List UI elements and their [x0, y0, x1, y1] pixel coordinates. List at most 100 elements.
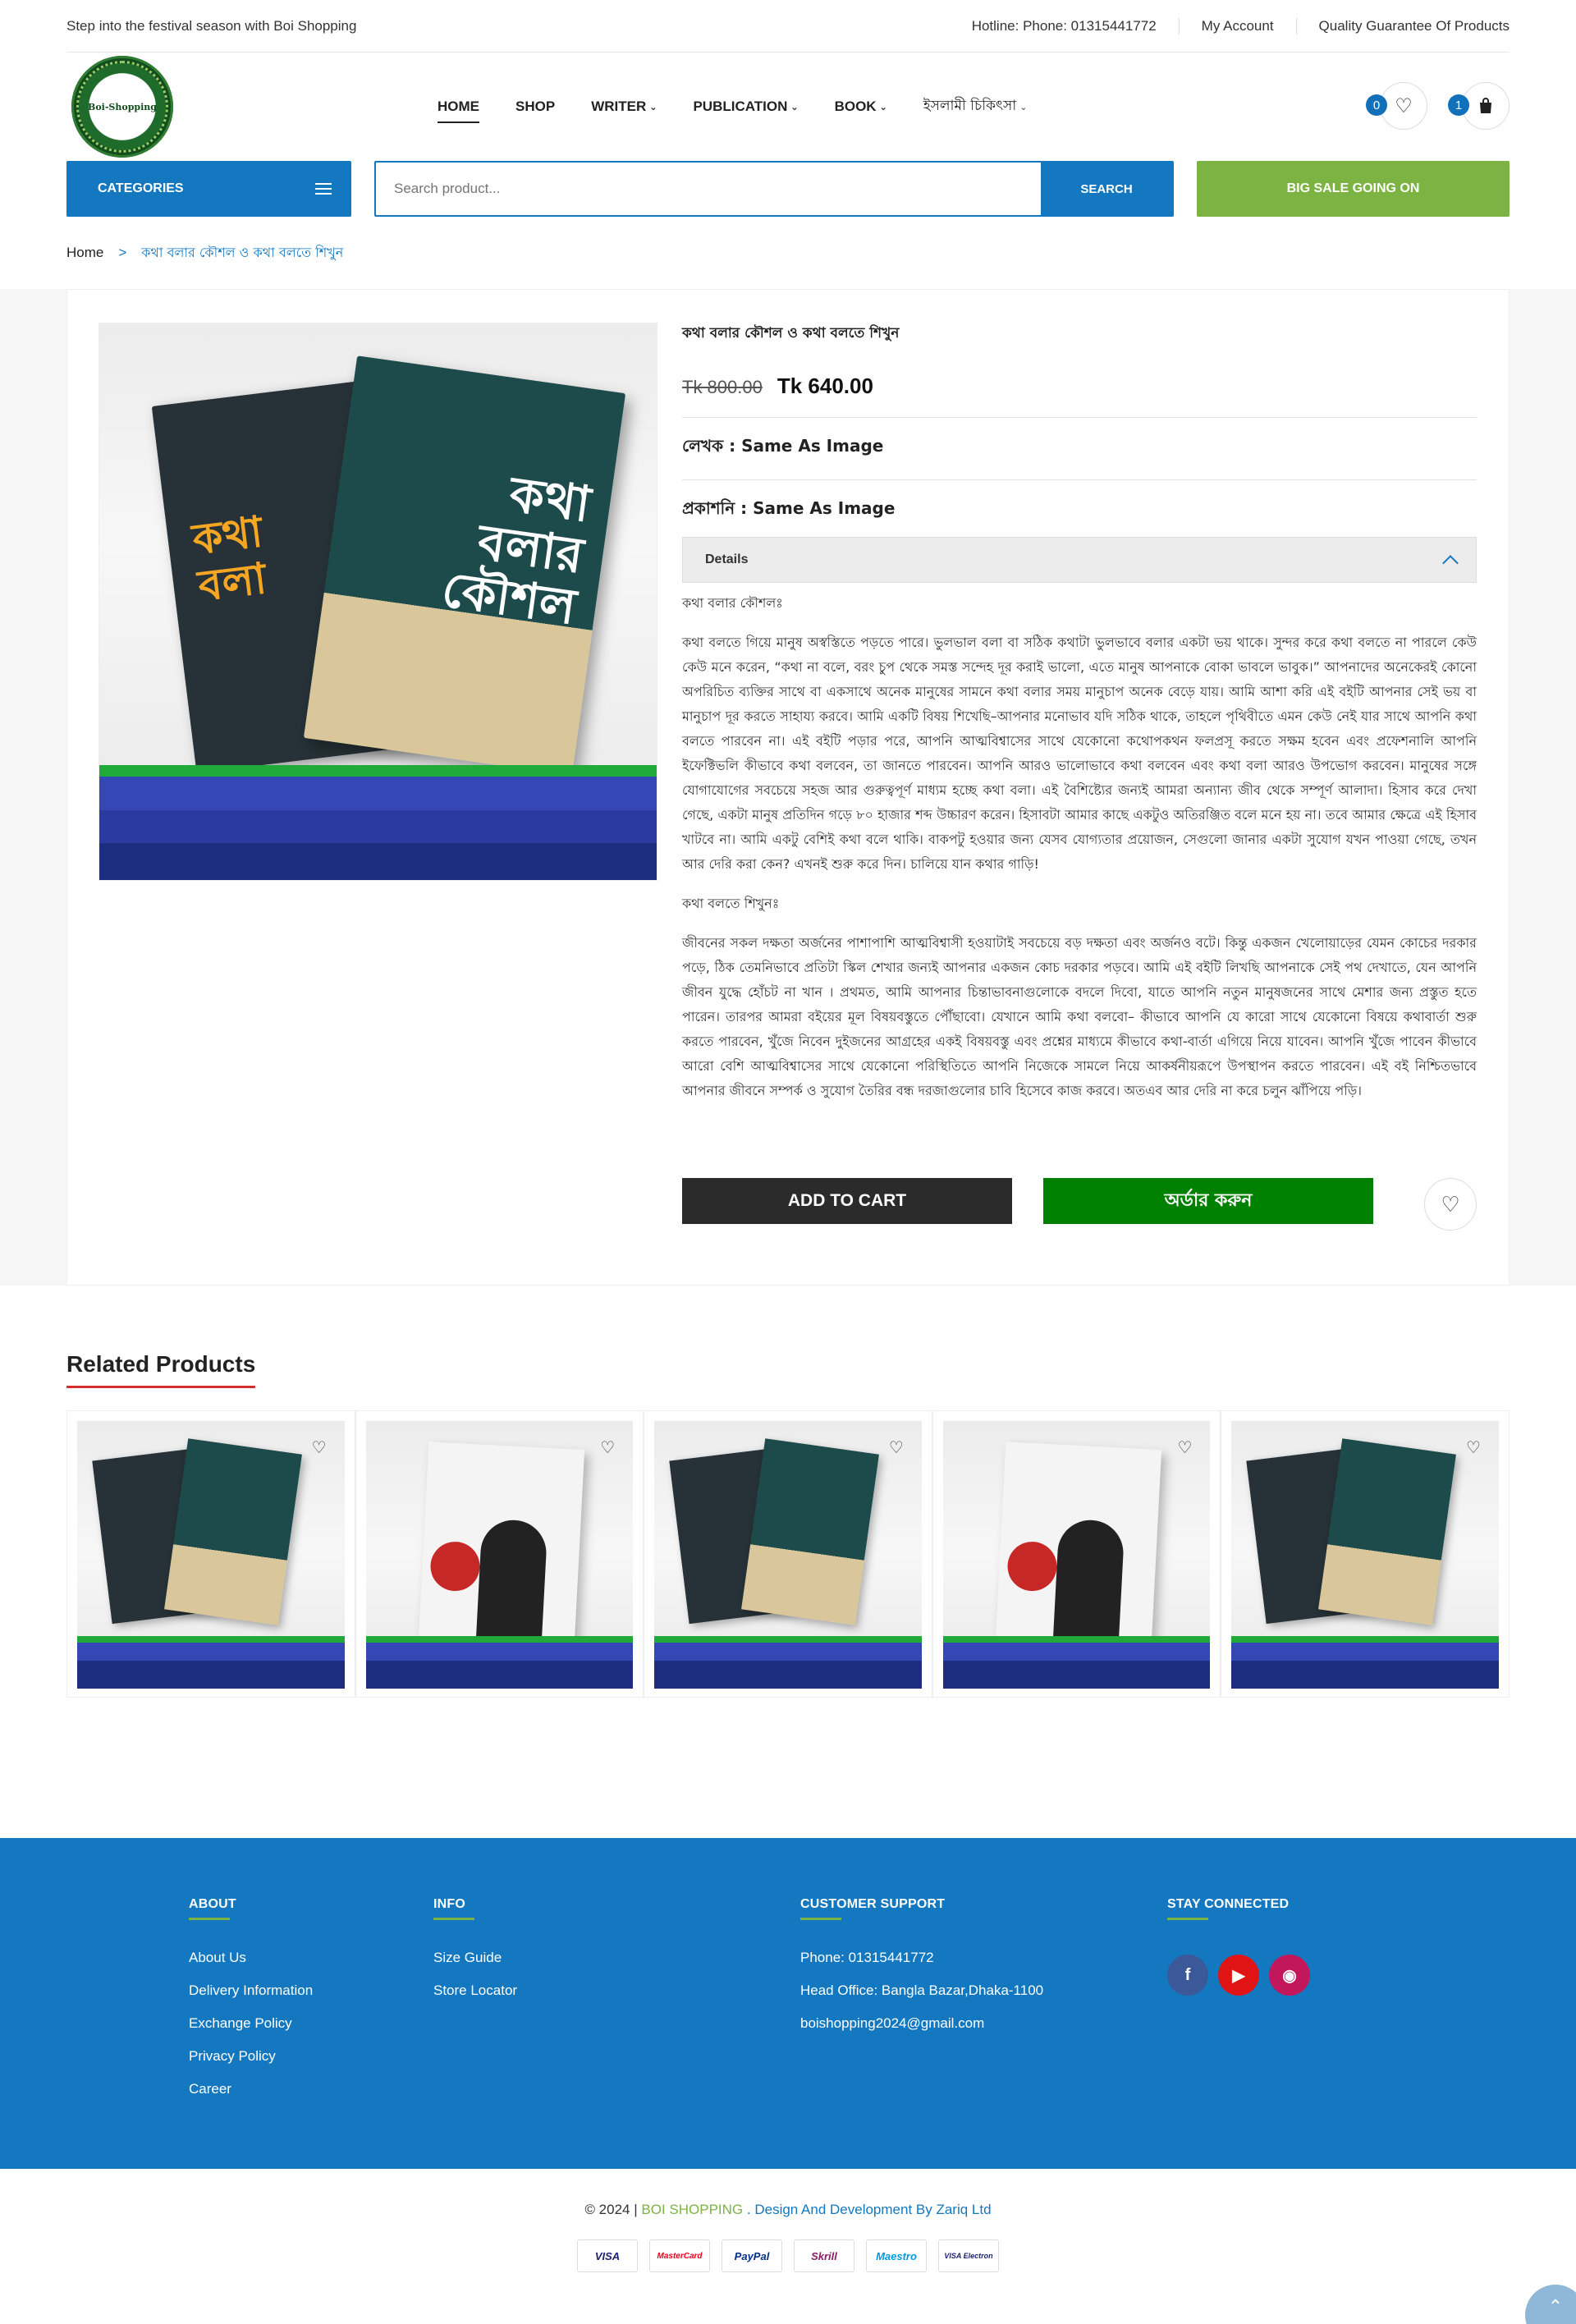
- breadcrumb-home[interactable]: Home: [66, 245, 103, 261]
- footer-info: INFO Size Guide Store Locator: [433, 1897, 517, 2015]
- main-nav: HOME SHOP WRITER ⌄ PUBLICATION ⌄ BOOK ⌄ ইসল…: [438, 53, 1063, 161]
- details-label: Details: [705, 552, 749, 566]
- nav-item-islamic-treatment[interactable]: ইসলামী চিকিৎসা ⌄: [923, 94, 1028, 120]
- footer-info-title: INFO: [433, 1897, 517, 1920]
- product-card-image[interactable]: ♡: [365, 1421, 634, 1689]
- search-input[interactable]: [376, 163, 1041, 215]
- categories-button[interactable]: CATEGORIES: [66, 161, 351, 217]
- order-now-button[interactable]: অর্ডার করুন: [1043, 1178, 1373, 1224]
- product-actions: ADD TO CART অর্ডার করুন ♡: [682, 1178, 1477, 1231]
- new-price: Tk 640.00: [777, 374, 873, 398]
- my-account-link[interactable]: My Account: [1178, 17, 1274, 34]
- footer-link[interactable]: About Us: [189, 1950, 313, 1966]
- facebook-icon[interactable]: f: [1167, 1955, 1208, 1996]
- heart-icon[interactable]: ♡: [600, 1437, 615, 1458]
- copyright-dot: .: [746, 2202, 751, 2217]
- product-title: কথা বলার কৌশল ও কথা বলতে শিখুন: [682, 325, 900, 341]
- breadcrumb-separator: >: [118, 245, 127, 260]
- footer-link[interactable]: Delivery Information: [189, 1983, 313, 1999]
- back-to-top-button[interactable]: ⌃: [1525, 2285, 1576, 2324]
- book-cover-front: কথা বলার কৌশল: [303, 355, 626, 776]
- quality-guarantee-link[interactable]: Quality Guarantee Of Products: [1295, 17, 1510, 34]
- cover-art: [475, 1518, 548, 1645]
- heart-icon[interactable]: ♡: [1466, 1437, 1481, 1458]
- product-card[interactable]: ♡: [1221, 1410, 1510, 1698]
- product-price: Tk 800.00 Tk 640.00: [682, 374, 1477, 418]
- cover-art: [1318, 1438, 1457, 1625]
- footer-link[interactable]: Career: [189, 2081, 313, 2097]
- copyright-brand[interactable]: BOI SHOPPING: [641, 2202, 743, 2217]
- nav-item-book[interactable]: BOOK ⌄: [835, 94, 887, 120]
- support-email[interactable]: boishopping2024@gmail.com: [800, 2015, 1043, 2032]
- hotline-text: Hotline: Phone: 01315441772: [971, 17, 1157, 34]
- top-bar: Step into the festival season with Boi S…: [66, 0, 1510, 53]
- shopping-bag-icon: [1480, 98, 1491, 113]
- copyright-bar: © 2024 | BOI SHOPPING . Design And Devel…: [0, 2169, 1576, 2324]
- add-to-wishlist-button[interactable]: ♡: [1424, 1178, 1477, 1231]
- footer-stay-title: STAY CONNECTED: [1167, 1897, 1310, 1920]
- cover-art: [164, 1438, 302, 1625]
- chevron-up-icon: [1442, 555, 1459, 571]
- nav-item-home[interactable]: HOME: [438, 94, 479, 123]
- heart-icon[interactable]: ♡: [1177, 1437, 1192, 1458]
- cover-art: [995, 1442, 1161, 1647]
- footer-about-title: ABOUT: [189, 1897, 313, 1920]
- desc-paragraph-2: জীবনের সকল দক্ষতা অর্জনের পাশাপাশি আত্মব…: [682, 935, 1477, 1098]
- payment-methods: VISA MasterCard PayPal Skrill Maestro VI…: [0, 2239, 1576, 2272]
- paypal-icon: PayPal: [722, 2239, 782, 2272]
- nav-label: WRITER: [591, 99, 647, 114]
- nav-item-writer[interactable]: WRITER ⌄: [591, 94, 657, 120]
- wishlist-button[interactable]: 0 ♡: [1366, 82, 1427, 130]
- product-card[interactable]: ♡: [932, 1410, 1221, 1698]
- social-links: f ▶ ◉: [1167, 1955, 1310, 1996]
- categories-label: CATEGORIES: [98, 181, 184, 195]
- footer-link[interactable]: Exchange Policy: [189, 2015, 313, 2032]
- product-card-image[interactable]: ♡: [77, 1421, 345, 1689]
- nav-item-publication[interactable]: PUBLICATION ⌄: [693, 94, 798, 120]
- details-accordion-header[interactable]: Details: [682, 537, 1477, 583]
- heart-icon[interactable]: ♡: [889, 1437, 904, 1458]
- nav-label: SHOP: [515, 99, 556, 114]
- youtube-icon[interactable]: ▶: [1218, 1955, 1259, 1996]
- instagram-icon[interactable]: ◉: [1269, 1955, 1310, 1996]
- product-section: কথা বলা কথা বলার কৌশল কথা বলার কৌশল ও কথা ব…: [0, 289, 1576, 1286]
- product-card-image[interactable]: ♡: [942, 1421, 1211, 1689]
- site-logo[interactable]: Boi-Shopping: [71, 56, 173, 158]
- footer-stay-connected: STAY CONNECTED f ▶ ◉: [1167, 1897, 1310, 1996]
- top-bar-links: Hotline: Phone: 01315441772 My Account Q…: [971, 17, 1510, 34]
- wishlist-count-badge: 0: [1366, 94, 1387, 116]
- product-image[interactable]: কথা বলা কথা বলার কৌশল: [98, 323, 657, 881]
- product-card-image[interactable]: ♡: [1231, 1421, 1499, 1689]
- footer-link[interactable]: Privacy Policy: [189, 2048, 313, 2065]
- product-card[interactable]: ♡: [644, 1410, 932, 1698]
- nav-label: BOOK: [834, 99, 877, 114]
- footer-support-title: CUSTOMER SUPPORT: [800, 1897, 1043, 1920]
- cart-button[interactable]: 1: [1448, 82, 1510, 130]
- top-bar-wrap: Step into the festival season with Boi S…: [66, 0, 1510, 289]
- cover-art: [428, 1540, 481, 1593]
- visa-icon: VISA: [577, 2239, 638, 2272]
- footer-link[interactable]: Store Locator: [433, 1983, 517, 1999]
- support-phone: Phone: 01315441772: [800, 1950, 934, 1965]
- search-button[interactable]: SEARCH: [1041, 163, 1172, 215]
- cover-art: [741, 1438, 880, 1625]
- footer-link[interactable]: Size Guide: [433, 1950, 517, 1966]
- heart-icon[interactable]: ♡: [312, 1437, 327, 1458]
- product-info: কথা বলার কৌশল ও কথা বলতে শিখুন Tk 800.00…: [682, 323, 1477, 1118]
- chevron-up-icon: ⌃: [1547, 2296, 1564, 2317]
- copyright-credit[interactable]: Design And Development By Zariq Ltd: [754, 2202, 991, 2217]
- nav-item-shop[interactable]: SHOP: [515, 94, 555, 120]
- footer-about-links: About Us Delivery Information Exchange P…: [189, 1950, 313, 2097]
- menu-icon: [315, 183, 332, 195]
- promo-text: Step into the festival season with Boi S…: [66, 17, 357, 34]
- add-to-cart-button[interactable]: ADD TO CART: [682, 1178, 1012, 1224]
- support-office: Head Office: Bangla Bazar,Dhaka-1100: [800, 1983, 1044, 1998]
- cover-art: [418, 1442, 584, 1647]
- product-card[interactable]: ♡: [355, 1410, 644, 1698]
- search-bar: SEARCH: [374, 161, 1174, 217]
- desc-heading-2: কথা বলতে শিখুনঃ: [682, 896, 780, 911]
- product-card[interactable]: ♡: [66, 1410, 355, 1698]
- big-sale-button[interactable]: BIG SALE GOING ON: [1197, 161, 1510, 217]
- breadcrumb-current[interactable]: কথা বলার কৌশল ও কথা বলতে শিখুন: [141, 242, 343, 264]
- product-card-image[interactable]: ♡: [654, 1421, 922, 1689]
